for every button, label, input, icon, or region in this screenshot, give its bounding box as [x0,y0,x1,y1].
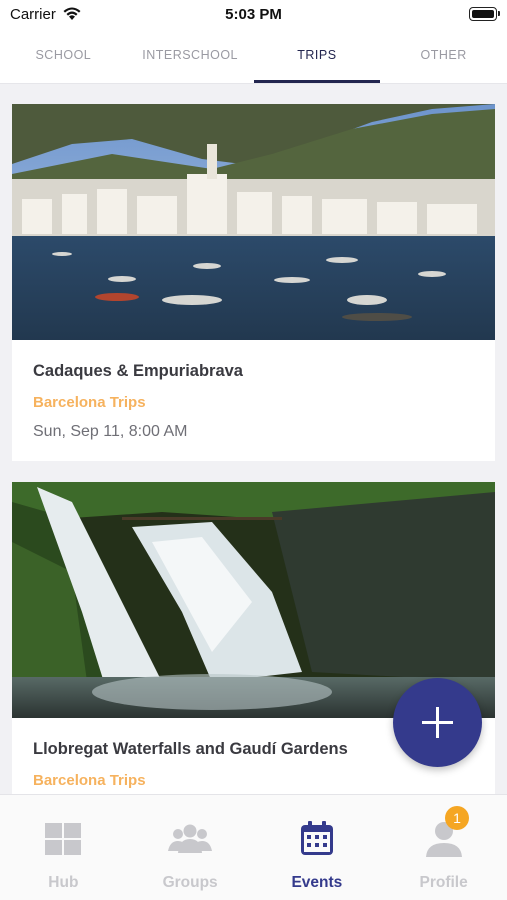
nav-item-events[interactable]: Events [254,795,381,900]
grid-icon [45,823,82,855]
nav-item-groups[interactable]: Groups [127,795,254,900]
event-date: Sun, Sep 11, 8:00 AM [33,423,188,440]
nav-label: Hub [48,874,79,891]
tab-trips[interactable]: TRIPS [253,30,381,83]
tab-school[interactable]: SCHOOL [0,30,127,83]
status-bar: Carrier 5:03 PM [0,0,507,30]
event-card[interactable]: Cadaques & Empuriabrava Barcelona Trips … [12,104,495,461]
event-title: Cadaques & Empuriabrava [33,362,243,380]
notification-badge: 1 [445,806,469,830]
tab-other[interactable]: OTHER [380,30,507,83]
nav-item-profile[interactable]: Profile [380,795,507,900]
add-event-button[interactable] [393,678,482,767]
event-category: Barcelona Trips [33,772,146,789]
event-category: Barcelona Trips [33,394,146,411]
people-icon [168,824,213,853]
bottom-navigation: Hub Groups Events Profile [0,794,507,900]
event-category-tabs: SCHOOL INTERSCHOOL TRIPS OTHER [0,30,507,84]
nav-label: Profile [419,874,468,891]
battery-icon [469,7,500,21]
status-time: 5:03 PM [225,6,282,23]
nav-item-hub[interactable]: Hub [0,795,127,900]
calendar-icon [300,821,333,855]
tab-interschool[interactable]: INTERSCHOOL [127,30,254,83]
nav-label: Events [291,874,343,891]
coastal-town-photo [12,104,495,340]
nav-label: Groups [162,874,218,891]
